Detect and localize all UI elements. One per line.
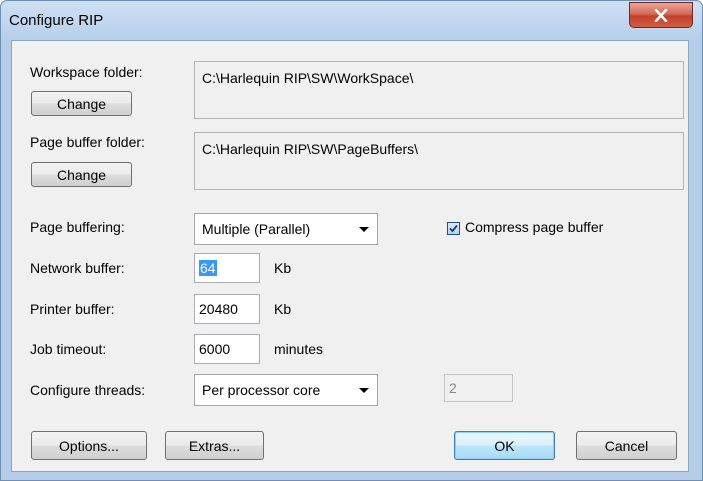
network-buffer-value: 64 <box>199 260 217 276</box>
page-buffering-label: Page buffering: <box>30 219 125 235</box>
page-buffering-value: Multiple (Parallel) <box>202 221 311 237</box>
job-timeout-unit: minutes <box>274 341 324 357</box>
title-bar[interactable]: Configure RIP <box>1 1 702 41</box>
network-buffer-input[interactable]: 64 <box>194 253 260 283</box>
compress-page-buffer-checkbox[interactable] <box>447 222 460 235</box>
page-buffer-path-field: C:\Harlequin RIP\SW\PageBuffers\ <box>194 132 684 190</box>
workspace-path: C:\Harlequin RIP\SW\WorkSpace\ <box>202 70 414 86</box>
page-buffering-select[interactable]: Multiple (Parallel) <box>194 213 378 245</box>
printer-buffer-label: Printer buffer: <box>30 301 115 317</box>
job-timeout-input[interactable]: 6000 <box>194 334 260 364</box>
configure-rip-dialog: Configure RIP Workspace folder: Change C… <box>0 0 703 481</box>
configure-threads-label: Configure threads: <box>30 382 146 398</box>
options-button[interactable]: Options... <box>31 431 147 460</box>
page-buffer-change-button[interactable]: Change <box>31 162 132 187</box>
thread-count-input: 2 <box>444 374 513 402</box>
printer-buffer-unit: Kb <box>274 301 292 317</box>
printer-buffer-value: 20480 <box>199 301 238 317</box>
page-buffer-path: C:\Harlequin RIP\SW\PageBuffers\ <box>202 141 419 157</box>
chevron-down-icon[interactable] <box>359 388 369 393</box>
cancel-button[interactable]: Cancel <box>576 431 677 460</box>
window-title: Configure RIP <box>9 12 104 29</box>
workspace-folder-label: Workspace folder: <box>30 64 143 80</box>
network-buffer-label: Network buffer: <box>30 260 125 276</box>
network-buffer-unit: Kb <box>274 260 292 276</box>
compress-page-buffer-label[interactable]: Compress page buffer <box>465 219 603 235</box>
page-buffer-folder-label: Page buffer folder: <box>30 134 145 150</box>
configure-threads-value: Per processor core <box>202 382 321 398</box>
dialog-body: Workspace folder: Change C:\Harlequin RI… <box>11 40 689 472</box>
chevron-down-icon[interactable] <box>359 227 369 232</box>
workspace-change-button[interactable]: Change <box>31 91 132 116</box>
configure-threads-select[interactable]: Per processor core <box>194 374 378 406</box>
printer-buffer-input[interactable]: 20480 <box>194 294 260 324</box>
extras-button[interactable]: Extras... <box>165 431 264 460</box>
thread-count-value: 2 <box>449 380 457 396</box>
close-button[interactable] <box>629 2 693 28</box>
job-timeout-value: 6000 <box>199 341 231 357</box>
ok-button[interactable]: OK <box>454 431 555 460</box>
close-icon <box>654 8 668 22</box>
checkmark-icon <box>449 224 458 233</box>
workspace-path-field: C:\Harlequin RIP\SW\WorkSpace\ <box>194 61 684 119</box>
job-timeout-label: Job timeout: <box>30 341 107 357</box>
